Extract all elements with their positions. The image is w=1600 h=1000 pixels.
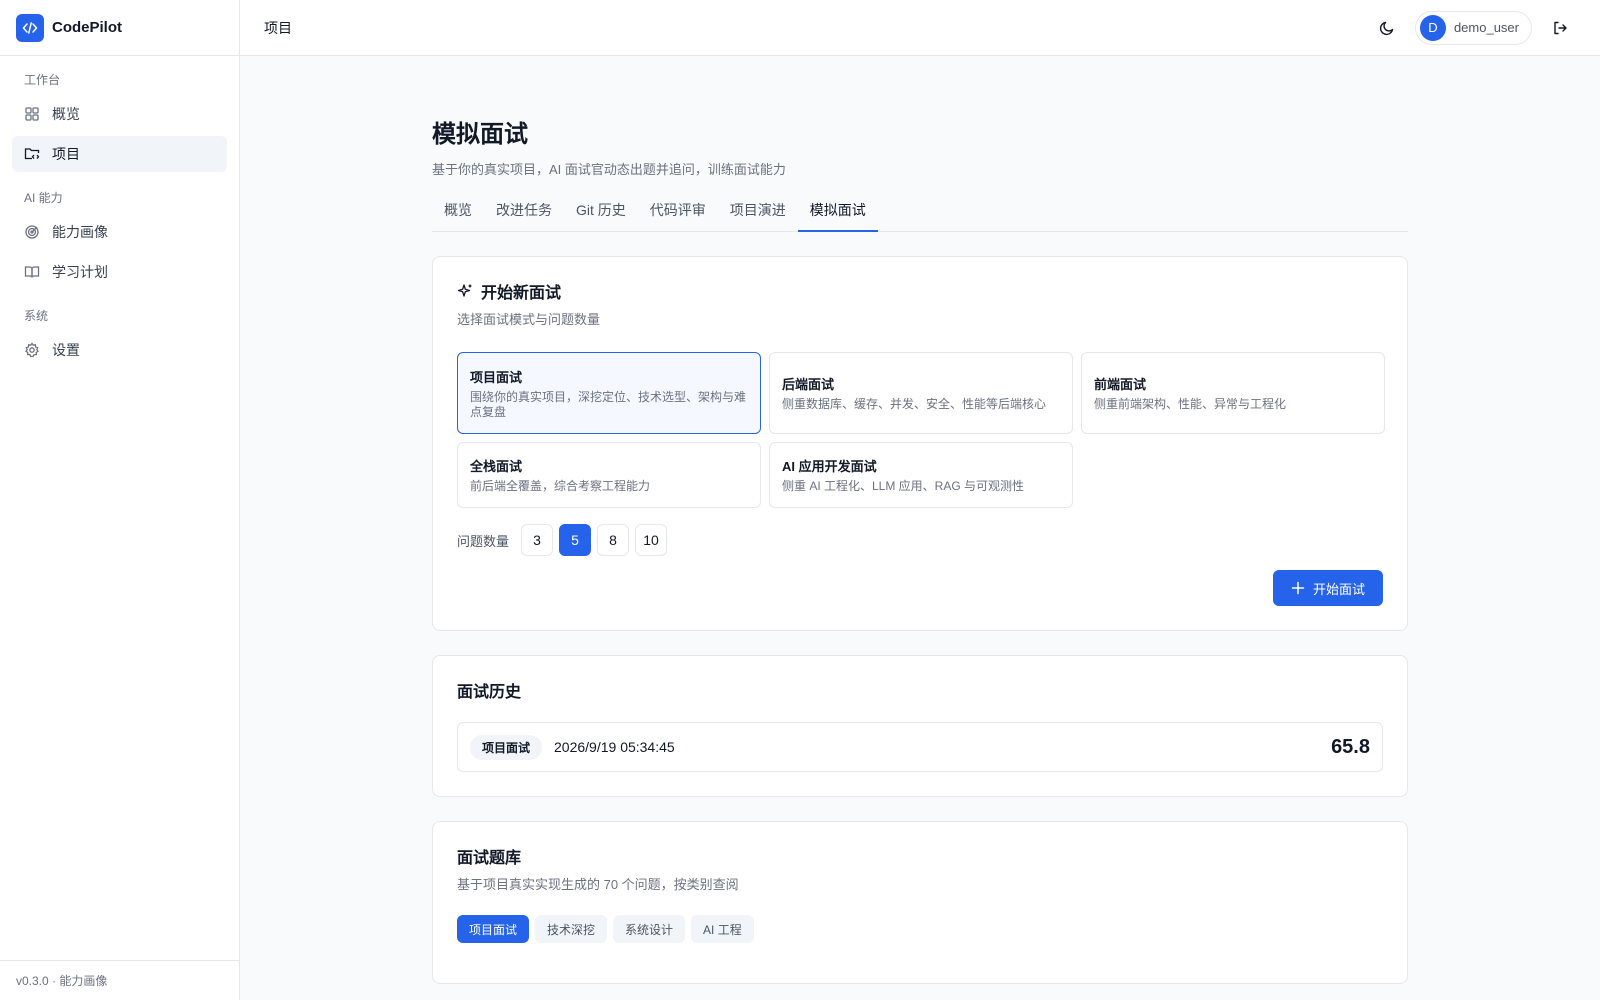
plus-icon [1291, 581, 1305, 595]
question-count-3[interactable]: 3 [521, 524, 554, 556]
sidebar: CodePilot 工作台 概览 项目 AI 能力 能力画像 学习计划 系统 设… [0, 0, 240, 1000]
interview-history-card: 面试历史 项目面试 2026/9/19 05:34:45 65.8 [432, 655, 1408, 797]
app-name: CodePilot [52, 19, 122, 36]
version-footer: v0.3.0 · 能力画像 [0, 960, 239, 1000]
logout-icon [1552, 20, 1568, 36]
card-title-text: 开始新面试 [481, 285, 562, 302]
mode-description: 侧重数据库、缓存、并发、安全、性能等后端核心 [782, 397, 1047, 411]
sidebar-item-label: 概览 [52, 106, 80, 122]
card-title: 面试题库 [457, 850, 522, 867]
start-row: 开始面试 [457, 570, 1383, 606]
start-interview-label: 开始面试 [1312, 581, 1365, 597]
sidebar-item-projects[interactable]: 项目 [12, 136, 227, 172]
top-header: 项目 D demo_user [240, 0, 1600, 56]
tab-code-review[interactable]: 代码评审 [638, 200, 718, 232]
sidebar-item-label: 能力画像 [52, 224, 108, 240]
header-actions: D demo_user [1371, 10, 1576, 45]
mode-description: 围绕你的真实项目，深挖定位、技术选型、架构与难点复盘 [470, 389, 747, 419]
page-title: 模拟面试 [432, 121, 528, 148]
mode-badge: 项目面试 [470, 734, 543, 760]
category-chip-project[interactable]: 项目面试 [457, 915, 530, 943]
card-subtitle: 选择面试模式与问题数量 [457, 312, 601, 327]
code-logo-icon [16, 13, 44, 42]
card-title: 面试历史 [457, 684, 522, 701]
mode-option-frontend[interactable]: 前端面试 侧重前端架构、性能、异常与工程化 [1081, 352, 1385, 434]
start-interview-button[interactable]: 开始面试 [1272, 570, 1383, 606]
sparkles-icon [457, 283, 473, 299]
question-count-label: 问题数量 [457, 533, 510, 549]
nav-group-system: 系统 设置 [0, 304, 239, 368]
main-content: 模拟面试 基于你的真实项目，AI 面试官动态出题并追问，训练面试能力 概览 改进… [432, 56, 1408, 984]
sidebar-item-ability-profile[interactable]: 能力画像 [12, 214, 227, 250]
question-count-8[interactable]: 8 [597, 524, 630, 556]
sidebar-item-learning-plan[interactable]: 学习计划 [12, 254, 227, 290]
project-tabs: 概览 改进任务 Git 历史 代码评审 项目演进 模拟面试 [432, 200, 1408, 232]
mode-description: 侧重前端架构、性能、异常与工程化 [1094, 397, 1287, 411]
category-chip-system-design[interactable]: 系统设计 [613, 915, 686, 943]
mode-option-project[interactable]: 项目面试 围绕你的真实项目，深挖定位、技术选型、架构与难点复盘 [457, 352, 761, 434]
logout-button[interactable] [1544, 12, 1576, 44]
user-menu[interactable]: D demo_user [1414, 10, 1532, 45]
nav-group-title: AI 能力 [24, 190, 63, 205]
tab-improvement-tasks[interactable]: 改进任务 [484, 200, 564, 232]
interview-mode-grid: 项目面试 围绕你的真实项目，深挖定位、技术选型、架构与难点复盘 后端面试 侧重数… [457, 352, 1385, 508]
category-filter: 项目面试 技术深挖 系统设计 AI 工程 [457, 915, 1383, 943]
tab-overview[interactable]: 概览 [432, 200, 484, 232]
mode-title: 项目面试 [470, 369, 523, 385]
record-time: 2026/9/19 05:34:45 [554, 739, 675, 755]
avatar: D [1419, 14, 1446, 41]
category-chip-deep-dive[interactable]: 技术深挖 [535, 915, 608, 943]
brand[interactable]: CodePilot [0, 0, 239, 56]
mode-description: 前后端全覆盖，综合考察工程能力 [470, 479, 651, 493]
mode-title: 全栈面试 [470, 459, 523, 474]
nav-group-title: 工作台 [24, 72, 61, 87]
folder-code-icon [24, 146, 40, 162]
question-count-5[interactable]: 5 [559, 524, 592, 556]
username: demo_user [1453, 20, 1519, 35]
mode-title: AI 应用开发面试 [782, 459, 877, 474]
nav-group-workspace: 工作台 概览 项目 [0, 68, 239, 172]
card-title: 开始新面试 [457, 279, 1383, 303]
header-title: 项目 [264, 19, 292, 36]
gear-icon [24, 342, 40, 358]
nav-group-title: 系统 [24, 308, 49, 323]
open-book-icon [24, 264, 40, 280]
mode-description: 侧重 AI 工程化、LLM 应用、RAG 与可观测性 [782, 479, 1025, 493]
sidebar-item-overview[interactable]: 概览 [12, 96, 227, 132]
mode-option-fullstack[interactable]: 全栈面试 前后端全覆盖，综合考察工程能力 [457, 442, 761, 508]
sidebar-item-label: 设置 [52, 342, 80, 358]
sidebar-item-label: 项目 [52, 146, 80, 162]
new-interview-card: 开始新面试 选择面试模式与问题数量 项目面试 围绕你的真实项目，深挖定位、技术选… [432, 256, 1408, 631]
mode-title: 前端面试 [1094, 377, 1147, 392]
tab-git-history[interactable]: Git 历史 [564, 200, 638, 232]
sidebar-item-label: 学习计划 [52, 264, 108, 280]
question-count-selector: 问题数量 3 5 8 10 [457, 524, 1383, 556]
radar-target-icon [24, 224, 40, 240]
tab-mock-interview[interactable]: 模拟面试 [797, 200, 878, 232]
tab-project-evolution[interactable]: 项目演进 [718, 200, 798, 232]
record-score: 65.8 [1331, 735, 1370, 758]
card-subtitle: 基于项目真实实现生成的 70 个问题，按类别查阅 [457, 877, 739, 892]
sidebar-item-settings[interactable]: 设置 [12, 332, 227, 368]
moon-icon [1379, 20, 1395, 36]
dashboard-grid-icon [24, 106, 40, 122]
theme-toggle-button[interactable] [1371, 12, 1403, 44]
mode-option-backend[interactable]: 后端面试 侧重数据库、缓存、并发、安全、性能等后端核心 [769, 352, 1073, 434]
nav-group-ai: AI 能力 能力画像 学习计划 [0, 186, 239, 290]
question-bank-card: 面试题库 基于项目真实实现生成的 70 个问题，按类别查阅 项目面试 技术深挖 … [432, 821, 1408, 984]
mode-option-ai-app[interactable]: AI 应用开发面试 侧重 AI 工程化、LLM 应用、RAG 与可观测性 [769, 442, 1073, 508]
history-record[interactable]: 项目面试 2026/9/19 05:34:45 65.8 [457, 722, 1383, 772]
mode-title: 后端面试 [782, 377, 835, 392]
page-subtitle: 基于你的真实项目，AI 面试官动态出题并追问，训练面试能力 [432, 162, 786, 177]
category-chip-ai-engineering[interactable]: AI 工程 [691, 915, 754, 943]
question-count-10[interactable]: 10 [635, 524, 668, 556]
